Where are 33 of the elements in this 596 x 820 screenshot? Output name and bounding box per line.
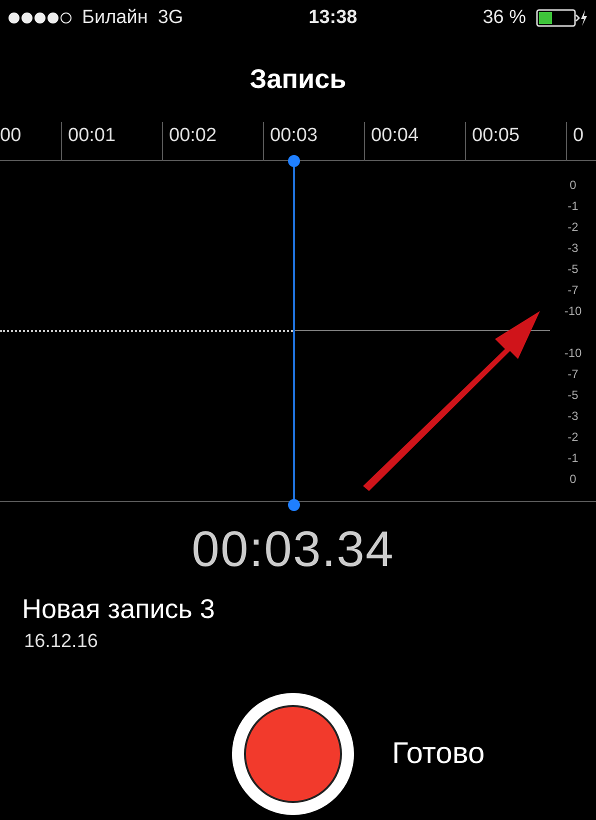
battery-percent: 36 %: [482, 7, 526, 29]
level-tick: -2: [568, 429, 578, 445]
done-button[interactable]: Готово: [392, 737, 485, 771]
level-tick: -10: [564, 303, 582, 319]
time-label: 00:05: [472, 125, 520, 147]
time-label: 00: [0, 125, 22, 147]
signal-icon: [8, 12, 72, 24]
time-label: 00:04: [371, 125, 419, 147]
clock-time: 13:38: [308, 7, 358, 29]
network-type: 3G: [158, 7, 184, 29]
recording-timer: 00:03.34: [190, 520, 396, 578]
level-tick: 0: [570, 177, 576, 193]
recording-date: 16.12.16: [23, 630, 99, 653]
carrier-name: Билайн: [82, 7, 148, 29]
screen-title: Запись: [248, 62, 348, 96]
battery-charging-icon: [536, 9, 588, 27]
level-tick: -5: [568, 387, 578, 403]
level-tick: -3: [568, 408, 578, 424]
level-tick: -7: [568, 282, 578, 298]
level-tick: -1: [568, 450, 578, 466]
level-tick: -3: [568, 240, 578, 256]
recording-name: Новая запись 3: [21, 593, 216, 625]
level-tick: -2: [568, 219, 578, 235]
level-tick: -1: [568, 198, 578, 214]
time-label: 00:03: [270, 125, 318, 147]
playhead[interactable]: [288, 155, 300, 511]
level-tick: -10: [564, 345, 582, 361]
time-label: 00:01: [68, 125, 116, 147]
time-label: 0: [573, 125, 584, 147]
time-label: 00:02: [169, 125, 217, 147]
level-tick: 0: [570, 471, 576, 487]
level-tick: -7: [568, 366, 578, 382]
level-tick: -5: [568, 261, 578, 277]
